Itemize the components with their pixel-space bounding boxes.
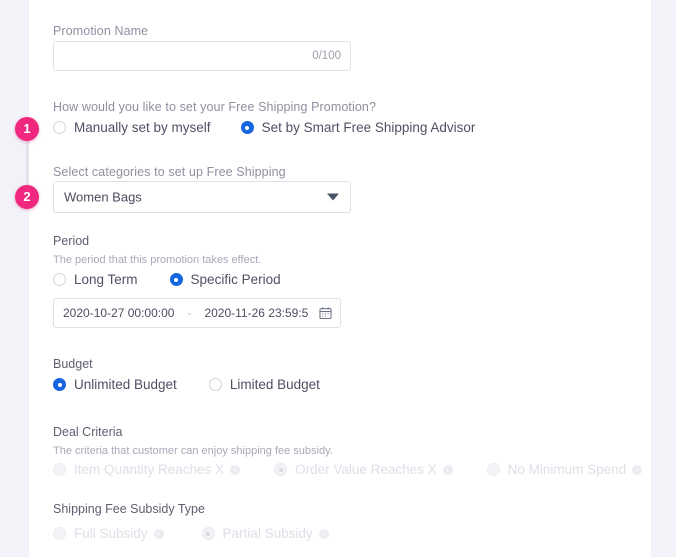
promotion-name-input[interactable]: 0/100 <box>53 41 351 71</box>
radio-mark-selected-icon <box>274 463 288 476</box>
radio-mark-icon <box>53 273 66 286</box>
subsidy-type-radio-group: Full Subsidy i Partial Subsidy i <box>53 526 329 541</box>
budget-title: Budget <box>53 357 93 371</box>
radio-mark-icon <box>486 463 500 476</box>
period-title: Period <box>53 234 90 248</box>
subsidy-type-section-header: Shipping Fee Subsidy Type <box>53 500 205 518</box>
chevron-down-icon[interactable] <box>327 193 339 201</box>
date-range-start[interactable]: 2020-10-27 00:00:00 <box>63 306 174 320</box>
radio-item-quantity-reaches-x: Item Quantity Reaches X i <box>53 462 241 477</box>
radio-mark-selected-icon <box>169 273 183 286</box>
radio-mark-icon <box>208 378 222 391</box>
radio-partial-subsidy: Partial Subsidy i <box>201 526 329 541</box>
deal-criteria-title: Deal Criteria <box>53 425 123 439</box>
period-section-header: Period The period that this promotion ta… <box>53 235 261 266</box>
category-select-value: Women Bags <box>64 189 142 205</box>
setup-method-radio-group: Manually set by myself Set by Smart Free… <box>53 120 475 135</box>
radio-manually-set-by-myself[interactable]: Manually set by myself <box>53 120 211 135</box>
category-select[interactable]: Women Bags <box>53 181 351 213</box>
radio-limited-budget[interactable]: Limited Budget <box>208 377 320 392</box>
radio-set-by-smart-advisor[interactable]: Set by Smart Free Shipping Advisor <box>240 120 475 135</box>
step-badge-1: 1 <box>15 117 39 141</box>
radio-unlimited-budget[interactable]: Unlimited Budget <box>53 377 177 392</box>
info-icon: i <box>153 528 164 539</box>
date-range-end[interactable]: 2020-11-26 23:59:5 <box>204 306 308 320</box>
promotion-name-label: Promotion Name <box>53 24 149 38</box>
setup-method-label: How would you like to set your Free Ship… <box>53 100 377 114</box>
step-badge-2: 2 <box>15 185 39 209</box>
period-date-range-picker[interactable]: 2020-10-27 00:00:00 - 2020-11-26 23:59:5 <box>53 298 341 328</box>
period-radio-group: Long Term Specific Period <box>53 272 281 287</box>
info-icon: i <box>442 464 453 475</box>
radio-mark-icon <box>53 527 66 540</box>
budget-section-header: Budget <box>53 355 93 373</box>
radio-no-minimum-spend: No Minimum Spend i <box>486 462 643 477</box>
categories-label: Select categories to set up Free Shippin… <box>53 165 286 179</box>
promotion-name-counter: 0/100 <box>312 50 341 62</box>
radio-specific-period[interactable]: Specific Period <box>169 272 281 287</box>
calendar-icon[interactable] <box>319 307 332 320</box>
budget-radio-group: Unlimited Budget Limited Budget <box>53 377 320 392</box>
radio-long-term[interactable]: Long Term <box>53 272 138 287</box>
deal-criteria-radio-group: Item Quantity Reaches X i Order Value Re… <box>53 462 643 477</box>
radio-mark-icon <box>53 463 66 476</box>
radio-mark-selected-icon <box>201 527 215 540</box>
radio-mark-icon <box>53 121 66 134</box>
deal-criteria-subtitle: The criteria that customer can enjoy shi… <box>53 444 333 457</box>
page-root: 1 2 Promotion Name 0/100 How would you l… <box>0 0 676 557</box>
radio-mark-selected-icon <box>53 378 66 391</box>
deal-criteria-section-header: Deal Criteria The criteria that customer… <box>53 426 333 457</box>
subsidy-type-title: Shipping Fee Subsidy Type <box>53 502 205 516</box>
date-range-separator: - <box>187 306 192 320</box>
info-icon: i <box>230 464 241 475</box>
radio-mark-selected-icon <box>240 121 254 134</box>
radio-order-value-reaches-x: Order Value Reaches X i <box>274 462 453 477</box>
period-subtitle: The period that this promotion takes eff… <box>53 253 262 266</box>
radio-full-subsidy: Full Subsidy i <box>53 526 164 541</box>
info-icon: i <box>318 528 329 539</box>
info-icon: i <box>632 464 643 475</box>
